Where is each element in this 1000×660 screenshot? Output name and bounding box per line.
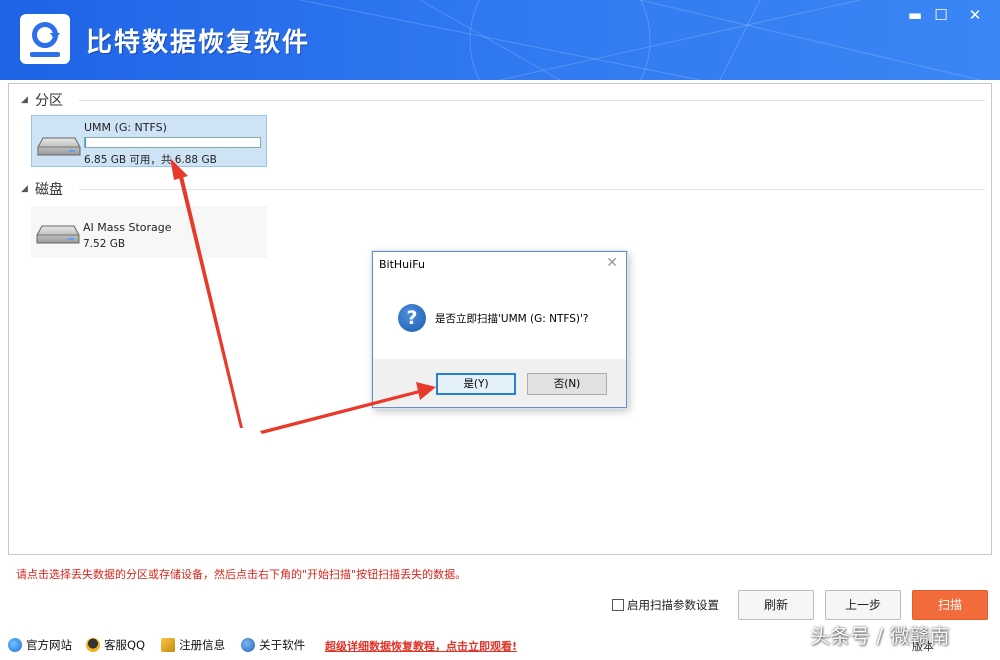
instruction-hint: 请点击选择丢失数据的分区或存储设备，然后点击右下角的"开始扫描"按钮扫描丢失的数…	[16, 568, 467, 581]
about-software-link[interactable]: 关于软件	[241, 637, 305, 653]
hard-drive-icon	[37, 137, 81, 156]
scan-settings-label: 启用扫描参数设置	[627, 598, 719, 612]
disk-section-header[interactable]: ◢ 磁盘	[21, 179, 63, 199]
partition-item-umm[interactable]: UMM (G: NTFS) 6.85 GB 可用，共 6.88 GB	[31, 115, 267, 167]
app-header: 比特数据恢复软件 ▬ ☐ ✕	[0, 0, 1000, 80]
partition-usage-bar	[84, 137, 261, 148]
official-site-label: 官方网站	[26, 638, 72, 652]
scan-settings-checkbox[interactable]	[612, 599, 624, 611]
support-qq-label: 客服QQ	[104, 638, 146, 652]
section-divider	[79, 100, 985, 101]
tutorial-promo-link[interactable]: 超级详细数据恢复教程，点击立即观看!	[325, 638, 517, 654]
no-button[interactable]: 否(N)	[527, 373, 607, 395]
app-logo	[20, 14, 70, 64]
refresh-button[interactable]: 刷新	[738, 590, 814, 620]
partition-size: 6.85 GB 可用，共 6.88 GB	[84, 154, 217, 166]
disk-section-label: 磁盘	[35, 182, 63, 198]
dialog-footer: 是(Y) 否(N)	[373, 359, 626, 407]
yes-button[interactable]: 是(Y)	[436, 373, 516, 395]
hard-drive-icon	[36, 225, 80, 244]
collapse-triangle-icon[interactable]: ◢	[21, 184, 35, 194]
about-software-label: 关于软件	[259, 638, 306, 652]
partition-section-label: 分区	[35, 93, 63, 109]
confirm-scan-dialog: BitHuiFu ✕ ? 是否立即扫描'UMM (G: NTFS)'? 是(Y)…	[372, 251, 627, 408]
dialog-title: BitHuiFu	[379, 258, 425, 271]
question-icon: ?	[398, 304, 426, 332]
dialog-message: 是否立即扫描'UMM (G: NTFS)'?	[435, 313, 589, 325]
app-title: 比特数据恢复软件	[86, 28, 311, 58]
partition-usage-fill	[85, 138, 86, 147]
back-button[interactable]: 上一步	[825, 590, 901, 620]
partition-name: UMM (G: NTFS)	[84, 121, 167, 134]
close-button[interactable]: ✕	[964, 6, 986, 24]
ie-icon	[8, 638, 22, 652]
disk-item-ai-mass-storage[interactable]: AI Mass Storage 7.52 GB	[31, 206, 267, 258]
partition-section-header[interactable]: ◢ 分区	[21, 90, 63, 110]
collapse-triangle-icon[interactable]: ◢	[21, 95, 35, 105]
scan-settings-option[interactable]: 启用扫描参数设置	[612, 597, 719, 613]
minimize-button[interactable]: ▬	[904, 6, 926, 24]
qq-icon	[86, 638, 100, 652]
scan-button[interactable]: 扫描	[912, 590, 988, 620]
maximize-button[interactable]: ☐	[930, 6, 952, 24]
register-info-label: 注册信息	[179, 638, 226, 652]
watermark: 头条号 / 微赣南	[810, 624, 950, 648]
dialog-close-icon[interactable]: ✕	[606, 255, 618, 271]
disk-name: AI Mass Storage	[83, 221, 172, 234]
support-qq-link[interactable]: 客服QQ	[86, 637, 145, 653]
section-divider	[79, 189, 985, 190]
key-icon	[161, 638, 176, 652]
official-site-link[interactable]: 官方网站	[8, 637, 72, 653]
disk-size: 7.52 GB	[83, 238, 126, 250]
info-icon	[241, 638, 256, 652]
register-info-link[interactable]: 注册信息	[161, 637, 225, 653]
